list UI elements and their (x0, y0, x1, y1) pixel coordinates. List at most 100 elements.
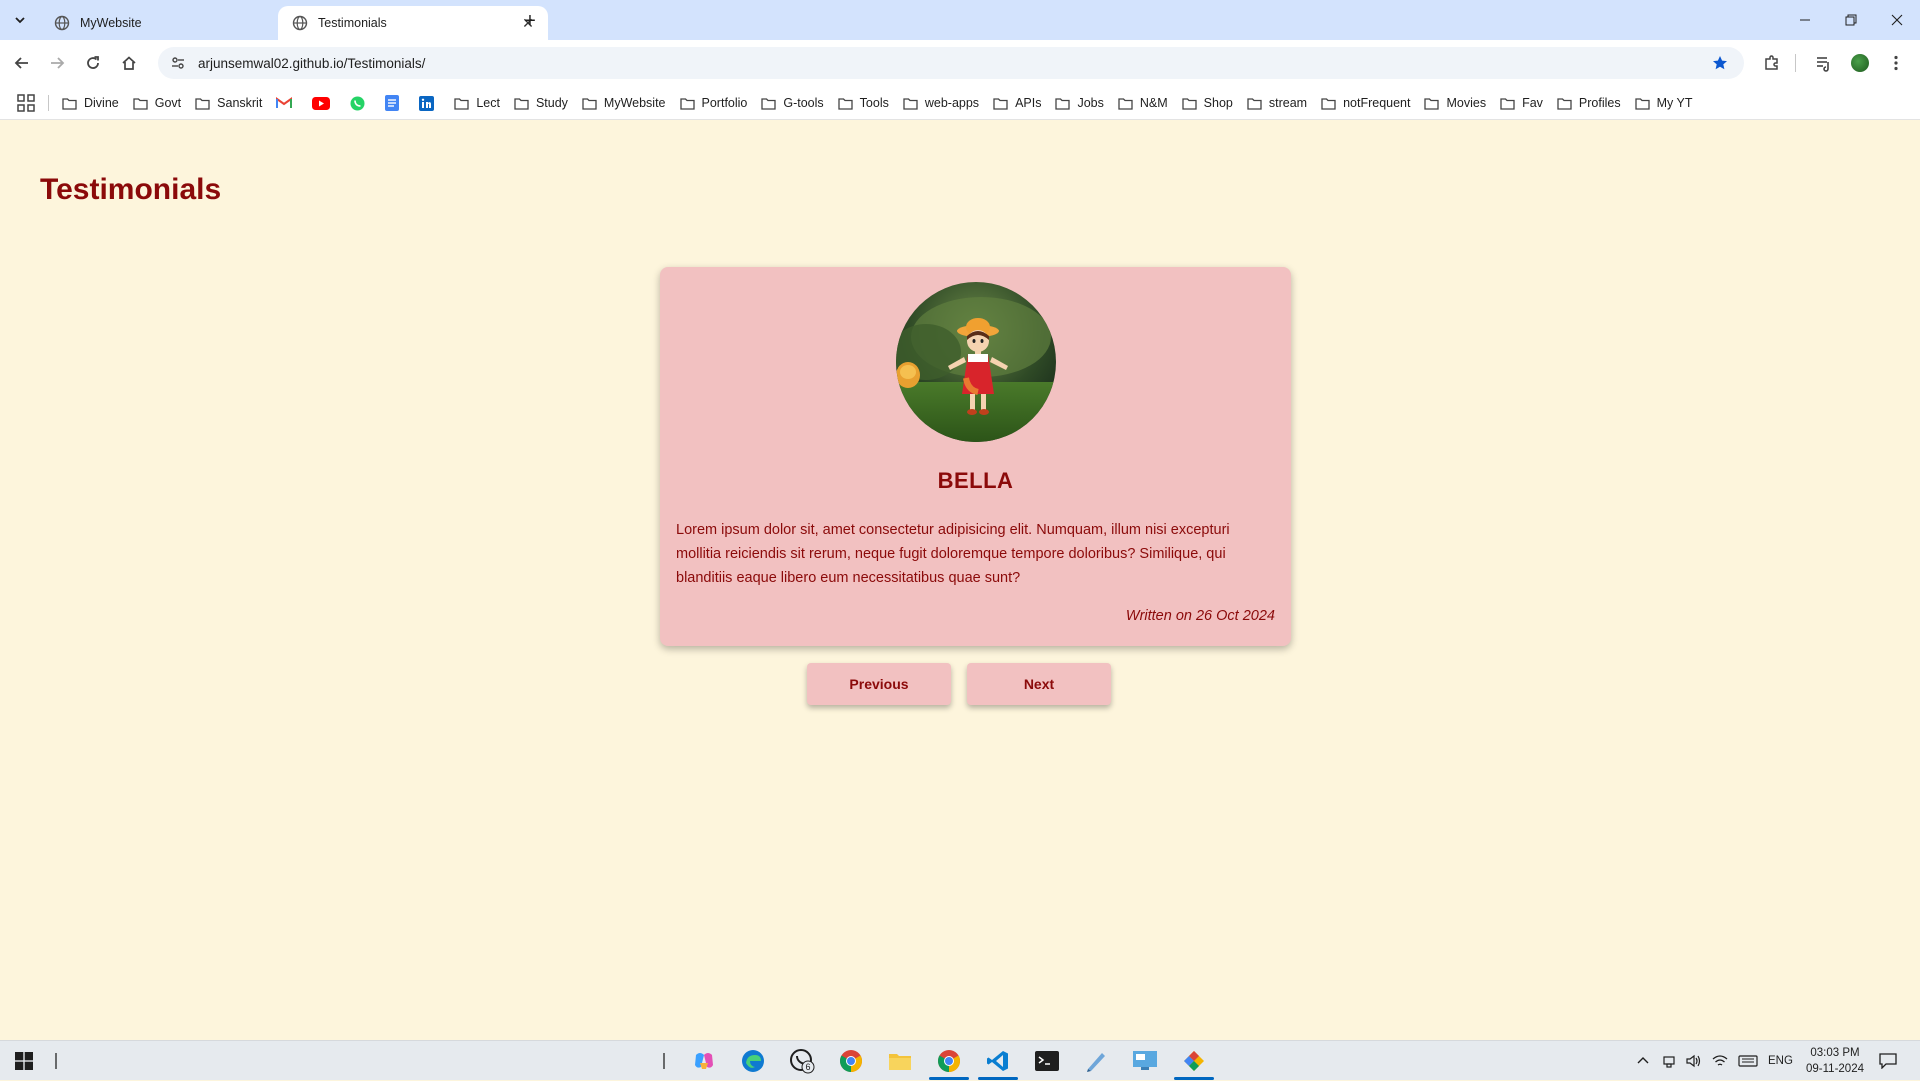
home-button[interactable] (115, 49, 143, 77)
bookmark-folder-fav[interactable]: Fav (1500, 96, 1543, 110)
bookmark-folder-profiles[interactable]: Profiles (1557, 96, 1621, 110)
whatsapp-icon: 6 (790, 1049, 815, 1074)
folder-icon (679, 97, 695, 110)
bookmark-folder-mywebsite[interactable]: MyWebsite (582, 96, 666, 110)
bookmark-folder-my-yt[interactable]: My YT (1634, 96, 1693, 110)
start-button[interactable] (10, 1047, 38, 1075)
chevron-up-icon[interactable] (1636, 1054, 1650, 1068)
bookmark-whatsapp[interactable] (350, 96, 372, 111)
bookmark-folder-lect[interactable]: Lect (454, 96, 500, 110)
profile-button[interactable] (1846, 49, 1874, 77)
language-indicator[interactable]: ENG (1768, 1055, 1793, 1067)
bookmark-youtube[interactable] (312, 96, 337, 110)
bookmark-folder-tools[interactable]: Tools (838, 96, 889, 110)
bookmark-label: Divine (84, 96, 119, 110)
back-button[interactable] (8, 49, 36, 77)
bookmark-folder-govt[interactable]: Govt (133, 96, 181, 110)
bookmark-label: APIs (1015, 96, 1042, 110)
bookmark-folder-web-apps[interactable]: web-apps (903, 96, 979, 110)
extensions-button[interactable] (1758, 49, 1786, 77)
tune-icon (172, 57, 184, 69)
bookmark-label: Study (535, 96, 568, 110)
wifi-icon[interactable] (1712, 1054, 1728, 1068)
bookmark-docs[interactable] (385, 95, 406, 111)
bookmark-folder-shop[interactable]: Shop (1182, 96, 1233, 110)
bookmark-folder-portfolio[interactable]: Portfolio (679, 96, 747, 110)
bookmark-folder-jobs[interactable]: Jobs (1055, 96, 1104, 110)
clock-time: 03:03 PM (1810, 1047, 1860, 1059)
folder-icon (1182, 97, 1197, 110)
chrome-app[interactable] (935, 1047, 963, 1075)
apps-grid-icon[interactable] (16, 93, 36, 113)
folder-icon (889, 1054, 911, 1070)
previous-button[interactable]: Previous (807, 663, 951, 705)
tab-testimonials[interactable]: Testimonials ✕ (278, 6, 548, 40)
home-icon (122, 56, 136, 70)
taskbar-clock[interactable]: 03:03 PM 09-11-2024 (1806, 1045, 1864, 1077)
bookmark-list: Divine Govt Sanskrit Lect Study MyWebsit… (62, 86, 1707, 120)
bookmark-folder-notfrequent[interactable]: notFrequent (1321, 96, 1410, 110)
whatsapp-app[interactable]: 6 (788, 1047, 816, 1075)
clock-date: 09-11-2024 (1806, 1063, 1864, 1075)
bookmark-folder-g-tools[interactable]: G-tools (761, 96, 824, 110)
restore-button[interactable] (1828, 0, 1874, 40)
tab-mywebsite[interactable]: MyWebsite ✕ (40, 6, 310, 40)
site-info-button[interactable] (168, 53, 188, 73)
new-tab-button[interactable]: + (518, 9, 542, 33)
folder-icon (1247, 97, 1262, 110)
reload-button[interactable] (79, 49, 107, 77)
profile-avatar (1851, 54, 1869, 72)
chrome-menu-button[interactable] (1882, 49, 1910, 77)
keyboard-icon[interactable] (1738, 1054, 1758, 1068)
bookmark-label: Jobs (1077, 96, 1104, 110)
folder-icon (1634, 97, 1650, 110)
bookmark-folder-movies[interactable]: Movies (1424, 96, 1486, 110)
url-text[interactable]: arjunsemwal02.github.io/Testimonials/ (198, 56, 1708, 71)
terminal-app[interactable] (1033, 1047, 1061, 1075)
next-button[interactable]: Next (967, 663, 1111, 705)
monitor-icon (1133, 1051, 1157, 1070)
bookmark-folder-sanskrit[interactable]: Sanskrit (195, 96, 262, 110)
bookmark-label: N&M (1139, 96, 1168, 110)
divider-icon (663, 1053, 665, 1069)
testimonial-photo (896, 282, 1056, 442)
minimize-button[interactable] (1782, 0, 1828, 40)
arrow-right-icon (51, 57, 65, 69)
bookmark-folder-apis[interactable]: APIs (993, 96, 1041, 110)
copilot-icon (695, 1053, 713, 1069)
forward-button[interactable] (43, 49, 71, 77)
chevron-down-icon (15, 17, 25, 24)
bookmark-folder-study[interactable]: Study (514, 96, 568, 110)
close-icon (1891, 14, 1903, 26)
address-bar[interactable]: arjunsemwal02.github.io/Testimonials/ (158, 47, 1744, 79)
bookmark-folder-divine[interactable]: Divine (62, 96, 119, 110)
copilot-app[interactable] (690, 1047, 718, 1075)
paint-app[interactable] (1082, 1047, 1110, 1075)
reload-icon (87, 56, 99, 69)
search-cursor-icon[interactable] (42, 1047, 70, 1075)
device-icon[interactable] (1662, 1054, 1676, 1068)
vscode-app[interactable] (984, 1047, 1012, 1075)
bookmark-folder-n-m[interactable]: N&M (1118, 96, 1168, 110)
remote-desktop-app[interactable] (1131, 1047, 1159, 1075)
bookmark-label: Profiles (1578, 96, 1621, 110)
close-window-button[interactable] (1874, 0, 1920, 40)
bookmark-folder-stream[interactable]: stream (1247, 96, 1307, 110)
bookmark-label: G-tools (783, 96, 824, 110)
linkedin-icon (419, 95, 435, 111)
bookmark-gmail[interactable] (276, 97, 299, 109)
whatsapp-badge: 6 (805, 1062, 810, 1072)
more-vertical-icon (1894, 55, 1898, 71)
chrome-alt-app[interactable] (837, 1047, 865, 1075)
tab-search-button[interactable] (8, 8, 32, 32)
bookmark-star-button[interactable] (1708, 51, 1732, 75)
notifications-button[interactable] (1874, 1047, 1902, 1075)
colorful-app[interactable] (1180, 1047, 1208, 1075)
media-controls-button[interactable] (1810, 49, 1838, 77)
bookmark-linkedin[interactable] (419, 95, 441, 111)
file-explorer-app[interactable] (886, 1047, 914, 1075)
bookmark-label: stream (1268, 96, 1308, 110)
speaker-icon[interactable] (1686, 1054, 1702, 1068)
edge-app[interactable] (739, 1047, 767, 1075)
folder-icon (1055, 97, 1071, 110)
